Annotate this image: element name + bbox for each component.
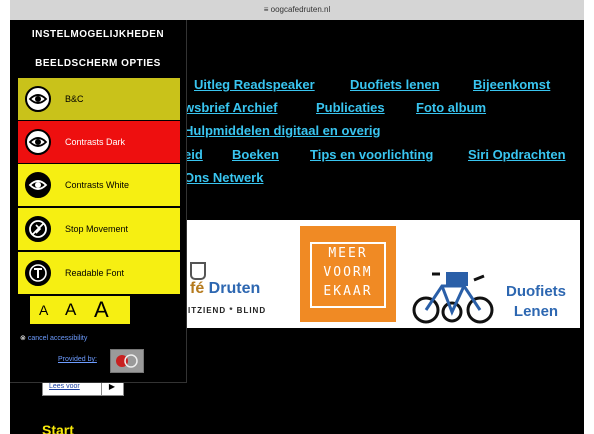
meer-line: VOORM — [323, 265, 373, 280]
option-label: Contrasts Dark — [65, 137, 126, 147]
banner-strip: fé Druten ITZIEND * BLIND MEER VOORM EKA… — [184, 220, 580, 328]
url-bar[interactable]: ≡ oogcafedruten.nl — [10, 0, 584, 20]
option-divider — [18, 120, 180, 121]
duofiets-line: Duofiets — [506, 283, 566, 300]
cafe-subtitle: ITZIEND * BLIND — [188, 306, 267, 315]
cancel-label: cancel accessibility — [27, 335, 88, 342]
duofiets-bike-icon — [412, 272, 494, 324]
option-stop-movement[interactable]: Stop Movement — [18, 208, 180, 250]
meer-voor-mekaar-text: MEER VOORM EKAAR — [310, 242, 386, 308]
duofiets-line: Lenen — [513, 303, 559, 320]
option-label: Readable Font — [65, 268, 125, 278]
option-readable-font[interactable]: Readable Font — [18, 252, 180, 294]
cafe-name-druten: Druten — [204, 280, 261, 297]
cup-icon — [190, 262, 206, 280]
page-heading-start: Start — [42, 422, 74, 434]
cancel-accessibility-link[interactable]: ⊗ cancel accessibility — [20, 334, 87, 342]
eye-icon — [25, 172, 51, 198]
nav-link-bijeenkomst[interactable]: Bijeenkomst — [473, 77, 550, 92]
oogcafe-logo[interactable]: fé Druten ITZIEND * BLIND — [184, 220, 294, 328]
option-bc[interactable]: B&C — [18, 78, 180, 120]
cancel-icon: ⊗ — [20, 335, 28, 342]
nav-link-boeken[interactable]: Boeken — [232, 147, 279, 162]
nav-link-uitleg-readspeaker[interactable]: Uitleg Readspeaker — [194, 77, 315, 92]
nav-link-duofiets-lenen[interactable]: Duofiets lenen — [350, 77, 440, 92]
option-label: B&C — [65, 94, 84, 104]
accessibility-panel: INSTELMOGELIJKHEDEN BEELDSCHERM OPTIES B… — [10, 20, 187, 383]
nav-link-publicaties[interactable]: Publicaties — [316, 100, 385, 115]
meer-voor-mekaar-logo[interactable]: MEER VOORM EKAAR — [300, 226, 396, 322]
provider-logo-graphic — [116, 354, 138, 368]
nav-link-hulpmiddelen[interactable]: Hulpmiddelen digitaal en overig — [184, 123, 380, 138]
option-divider — [18, 251, 180, 252]
stop-movement-icon — [25, 216, 51, 242]
option-divider — [18, 207, 180, 208]
option-divider — [18, 163, 180, 164]
eye-icon — [25, 129, 51, 155]
meer-line: EKAAR — [323, 284, 373, 299]
cafe-name: fé Druten — [190, 280, 260, 298]
font-size-controls: A A A — [30, 296, 130, 324]
panel-subtitle: BEELDSCHERM OPTIES — [35, 58, 161, 69]
font-size-large-button[interactable]: A — [94, 296, 109, 324]
font-t-icon — [25, 260, 51, 286]
provided-by-link[interactable]: Provided by: — [58, 356, 97, 363]
nav-link-ons-netwerk[interactable]: Ons Netwerk — [184, 170, 263, 185]
nav-link-nieuwsbrief-archief[interactable]: wsbrief Archief — [184, 100, 277, 115]
panel-title: INSTELMOGELIJKHEDEN — [31, 29, 165, 40]
meer-line: MEER — [328, 246, 368, 261]
font-size-medium-button[interactable]: A — [65, 296, 76, 324]
provider-logo[interactable] — [110, 349, 144, 373]
nav-link-foto-album[interactable]: Foto album — [416, 100, 486, 115]
option-contrasts-dark[interactable]: Contrasts Dark — [18, 121, 180, 163]
nav-link-siri-opdrachten[interactable]: Siri Opdrachten — [468, 147, 566, 162]
option-label: Contrasts White — [65, 180, 130, 190]
nav-link-tips-voorlichting[interactable]: Tips en voorlichting — [310, 147, 433, 162]
option-contrasts-white[interactable]: Contrasts White — [18, 164, 180, 206]
eye-icon — [25, 86, 51, 112]
option-label: Stop Movement — [65, 224, 129, 234]
font-size-small-button[interactable]: A — [39, 296, 48, 324]
duofiets-banner-text[interactable]: Duofiets Lenen — [506, 282, 566, 322]
cafe-name-fe: fé — [190, 280, 205, 297]
